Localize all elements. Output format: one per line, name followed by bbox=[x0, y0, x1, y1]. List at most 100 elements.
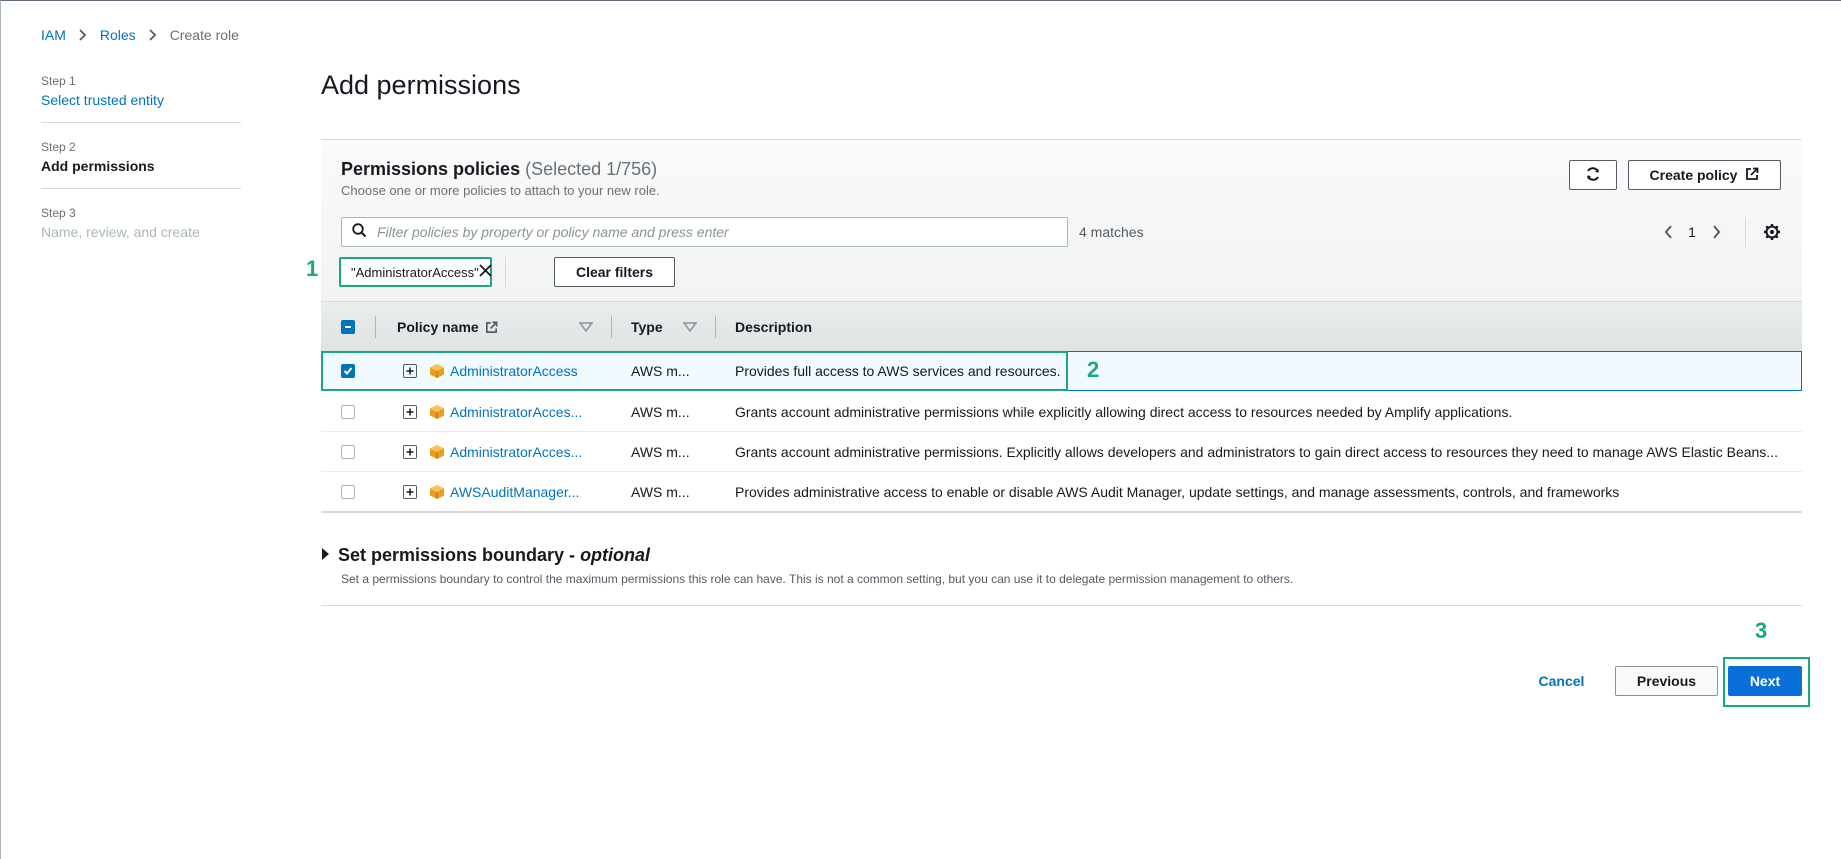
column-label: Policy name bbox=[397, 319, 479, 335]
refresh-button[interactable] bbox=[1569, 160, 1617, 190]
filter-token-label: "AdministratorAccess" bbox=[351, 264, 479, 280]
annotation-2: 2 bbox=[1087, 357, 1100, 382]
policy-name-link[interactable]: AdministratorAcces... bbox=[450, 432, 582, 471]
column-divider bbox=[715, 316, 716, 338]
policy-description: Grants account administrative permission… bbox=[735, 403, 1513, 420]
breadcrumb-roles[interactable]: Roles bbox=[100, 27, 136, 43]
expand-row[interactable] bbox=[403, 352, 417, 390]
panel-title-text: Permissions policies bbox=[341, 159, 521, 179]
row-checkbox[interactable] bbox=[341, 392, 355, 431]
step-2: Step 2 Add permissions bbox=[41, 140, 241, 189]
chevron-right-icon bbox=[136, 29, 170, 41]
step-1: Step 1 Select trusted entity bbox=[41, 74, 241, 123]
policy-type: AWS m... bbox=[631, 403, 690, 420]
column-divider bbox=[375, 316, 376, 338]
policy-description: Provides administrative access to enable… bbox=[735, 483, 1620, 500]
permissions-boundary-toggle[interactable]: Set permissions boundary - optional bbox=[321, 545, 1293, 566]
table-row[interactable]: AdministratorAcces... AWS m... Grants ac… bbox=[321, 432, 1802, 472]
expand-row[interactable] bbox=[403, 432, 417, 471]
annotation-3: 3 bbox=[1755, 618, 1768, 643]
step-title-name-review-create: Name, review, and create bbox=[41, 224, 200, 240]
policy-description: Grants account administrative permission… bbox=[735, 443, 1778, 460]
search-icon bbox=[352, 223, 367, 241]
checkbox-unchecked-icon bbox=[341, 444, 355, 459]
expand-row[interactable] bbox=[403, 392, 417, 431]
checkbox-checked-icon bbox=[341, 364, 355, 378]
pagination: 1 bbox=[1655, 221, 1729, 243]
breadcrumb: IAM Roles Create role bbox=[41, 27, 239, 43]
previous-button[interactable]: Previous bbox=[1615, 666, 1718, 696]
chevron-right-icon bbox=[66, 29, 100, 41]
panel-header: Permissions policies (Selected 1/756) Ch… bbox=[321, 141, 1802, 301]
checkbox-unchecked-icon bbox=[341, 404, 355, 419]
breadcrumb-iam[interactable]: IAM bbox=[41, 27, 66, 43]
boundary-title-text: Set permissions boundary - bbox=[338, 545, 581, 565]
panel-subtitle: Choose one or more policies to attach to… bbox=[341, 183, 660, 198]
external-link-icon bbox=[485, 321, 498, 334]
column-header-type[interactable]: Type bbox=[631, 302, 663, 352]
next-button[interactable]: Next bbox=[1728, 666, 1802, 696]
step-title-select-trusted-entity[interactable]: Select trusted entity bbox=[41, 92, 164, 108]
table-row[interactable]: AWSAuditManager... AWS m... Provides adm… bbox=[321, 472, 1802, 512]
policy-type: AWS m... bbox=[631, 363, 690, 379]
row-checkbox[interactable] bbox=[341, 352, 355, 390]
policy-type: AWS m... bbox=[631, 483, 690, 500]
expand-row[interactable] bbox=[403, 472, 417, 511]
aws-managed-policy-icon bbox=[429, 392, 445, 431]
sort-down-icon[interactable] bbox=[682, 320, 698, 336]
chevron-right-icon[interactable] bbox=[1703, 221, 1729, 243]
step-number: Step 2 bbox=[41, 140, 76, 154]
panel-title: Permissions policies (Selected 1/756) bbox=[341, 159, 657, 180]
plus-square-icon bbox=[403, 444, 417, 459]
external-link-icon bbox=[1745, 167, 1759, 184]
step-3: Step 3 Name, review, and create bbox=[41, 206, 241, 254]
permissions-boundary-section: Set permissions boundary - optional Set … bbox=[321, 545, 1293, 586]
table-row[interactable]: AdministratorAcces... AWS m... Grants ac… bbox=[321, 392, 1802, 432]
divider bbox=[321, 139, 1802, 140]
page-number[interactable]: 1 bbox=[1681, 224, 1703, 240]
close-icon[interactable] bbox=[479, 264, 492, 280]
column-header-description: Description bbox=[735, 319, 813, 335]
sort-down-icon[interactable] bbox=[578, 320, 594, 336]
aws-managed-policy-icon bbox=[429, 352, 445, 390]
row-checkbox[interactable] bbox=[341, 432, 355, 471]
policy-name-link[interactable]: AdministratorAccess bbox=[450, 352, 578, 390]
create-policy-button[interactable]: Create policy bbox=[1628, 160, 1781, 190]
wizard-steps: Step 1 Select trusted entity Step 2 Add … bbox=[41, 74, 241, 271]
gear-icon[interactable] bbox=[1761, 221, 1783, 243]
plus-square-icon bbox=[403, 484, 417, 499]
divider bbox=[505, 257, 506, 287]
boundary-title: Set permissions boundary - optional bbox=[338, 545, 650, 566]
checkbox-unchecked-icon bbox=[341, 484, 355, 499]
indeterminate-checkbox-icon bbox=[341, 320, 355, 334]
caret-right-icon bbox=[321, 545, 330, 566]
step-number: Step 1 bbox=[41, 74, 76, 88]
column-header-policy-name[interactable]: Policy name bbox=[397, 302, 498, 352]
select-all-checkbox[interactable] bbox=[341, 302, 355, 352]
divider bbox=[321, 605, 1802, 606]
chevron-left-icon[interactable] bbox=[1655, 221, 1681, 243]
row-checkbox[interactable] bbox=[341, 472, 355, 511]
breadcrumb-create-role: Create role bbox=[169, 27, 239, 43]
table-bottom-border bbox=[321, 511, 1802, 513]
aws-managed-policy-icon bbox=[429, 432, 445, 471]
permissions-policies-panel: Permissions policies (Selected 1/756) Ch… bbox=[321, 141, 1802, 513]
cancel-button[interactable]: Cancel bbox=[1524, 666, 1599, 696]
step-number: Step 3 bbox=[41, 206, 76, 220]
plus-square-icon bbox=[403, 364, 417, 378]
policy-name-link[interactable]: AWSAuditManager... bbox=[450, 472, 579, 511]
create-policy-label: Create policy bbox=[1649, 167, 1738, 183]
page-title: Add permissions bbox=[321, 70, 521, 100]
refresh-icon bbox=[1585, 166, 1601, 185]
aws-managed-policy-icon bbox=[429, 472, 445, 511]
boundary-description: Set a permissions boundary to control th… bbox=[341, 572, 1294, 586]
matches-count: 4 matches bbox=[1079, 224, 1144, 240]
table-row[interactable]: AdministratorAccess AWS m... Provides fu… bbox=[321, 351, 1802, 391]
filter-token: "AdministratorAccess" bbox=[339, 257, 492, 287]
search-placeholder: Filter policies by property or policy na… bbox=[377, 224, 729, 240]
selected-count: (Selected 1/756) bbox=[525, 159, 658, 179]
policy-description: Provides full access to AWS services and… bbox=[735, 363, 1061, 379]
clear-filters-button[interactable]: Clear filters bbox=[554, 257, 675, 287]
policy-search-input[interactable]: Filter policies by property or policy na… bbox=[341, 217, 1068, 247]
policy-name-link[interactable]: AdministratorAcces... bbox=[450, 392, 582, 431]
